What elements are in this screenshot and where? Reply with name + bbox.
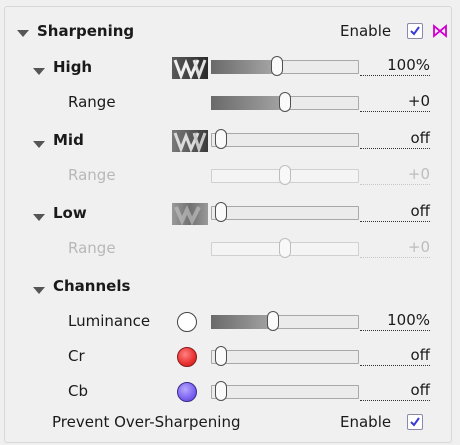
high-range-slider[interactable] [211,92,359,112]
cb-swatch [177,382,197,402]
mid-slider[interactable] [211,129,359,149]
collapse-sharpening-icon[interactable] [17,30,29,37]
enable-label: Enable [340,22,392,40]
high-value[interactable]: 100% [360,57,430,76]
collapse-high-icon[interactable] [33,68,45,75]
low-slider-handle[interactable] [215,202,227,222]
collapse-low-icon[interactable] [33,214,45,221]
collapse-mid-icon[interactable] [33,141,45,148]
low-label: Low [53,204,87,222]
cr-label: Cr [68,347,85,365]
luminance-value[interactable]: 100% [360,312,430,331]
luminance-label: Luminance [68,312,151,330]
mid-label: Mid [53,131,84,149]
collapse-channels-icon[interactable] [33,287,45,294]
check-icon [410,26,420,36]
mid-preview-icon [172,130,208,152]
enable-checkbox[interactable] [407,23,423,39]
low-range-handle [279,238,291,258]
low-slider[interactable] [211,202,359,222]
high-label: High [53,58,93,76]
mid-range-slider [211,165,359,185]
prevent-oversharpening-label: Prevent Over-Sharpening [52,413,241,431]
high-range-handle[interactable] [279,92,291,112]
high-range-value[interactable]: +0 [360,93,430,112]
low-preview-icon [172,203,208,225]
cr-slider-handle[interactable] [215,346,227,366]
section-title: Sharpening [37,22,135,40]
low-value[interactable]: off [360,203,430,222]
high-range-label: Range [68,93,116,111]
low-range-label: Range [68,239,116,257]
low-range-slider [211,238,359,258]
mid-range-value: +0 [360,166,430,185]
cr-swatch [177,347,197,367]
prevent-oversharpening-enable-label: Enable [340,413,392,431]
check-icon [410,417,420,427]
mid-slider-track[interactable] [211,133,359,147]
cb-slider-track[interactable] [211,385,359,399]
high-slider[interactable] [211,56,359,76]
low-slider-track[interactable] [211,206,359,220]
luminance-slider-handle[interactable] [267,311,279,331]
low-range-value: +0 [360,239,430,258]
mid-slider-handle[interactable] [215,129,227,149]
prevent-oversharpening-checkbox[interactable] [407,414,423,430]
mid-value[interactable]: off [360,130,430,149]
luminance-slider[interactable] [211,311,359,331]
high-slider-handle[interactable] [271,56,283,76]
high-slider-fill [211,60,277,74]
high-range-fill [211,96,289,110]
mid-range-label: Range [68,166,116,184]
cr-slider[interactable] [211,346,359,366]
cb-slider[interactable] [211,381,359,401]
channels-label: Channels [53,277,131,295]
bowtie-icon[interactable] [432,24,448,38]
cr-slider-track[interactable] [211,350,359,364]
cb-label: Cb [68,382,88,400]
cb-slider-handle[interactable] [215,381,227,401]
mid-range-handle [279,165,291,185]
cb-value[interactable]: off [360,382,430,401]
cr-value[interactable]: off [360,347,430,366]
high-preview-icon [172,57,208,79]
luminance-swatch [177,312,197,332]
